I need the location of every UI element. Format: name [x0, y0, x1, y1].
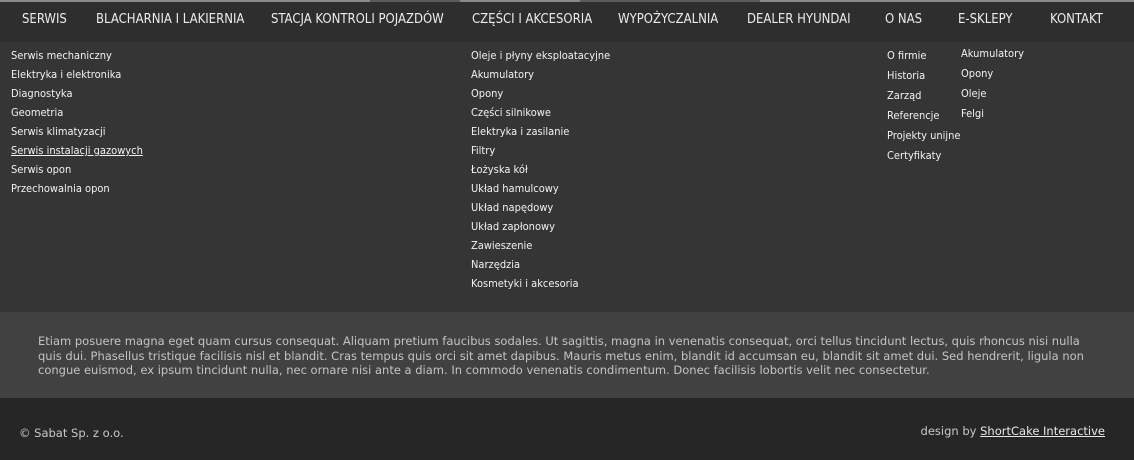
submenu-link[interactable]: Akumulatory: [471, 65, 610, 84]
submenu-link[interactable]: Projekty unijne: [887, 126, 961, 146]
submenu-link[interactable]: Diagnostyka: [11, 84, 143, 103]
submenu-e-sklepy: Akumulatory Opony Oleje Felgi: [961, 44, 1024, 124]
submenu-link[interactable]: O firmie: [887, 46, 961, 66]
submenu-link[interactable]: Historia: [887, 66, 961, 86]
submenu-link[interactable]: Części silnikowe: [471, 103, 610, 122]
nav-item-blacharnia[interactable]: BLACHARNIA I LAKIERNIA: [96, 2, 244, 38]
nav-item-czesci[interactable]: CZĘŚCI I AKCESORIA: [472, 2, 592, 38]
submenu-link[interactable]: Serwis klimatyzacji: [11, 122, 143, 141]
nav-item-o-nas[interactable]: O NAS: [885, 2, 922, 38]
submenu-link[interactable]: Opony: [961, 64, 1024, 84]
info-text: Etiam posuere magna eget quam cursus con…: [38, 334, 1084, 378]
nav-item-e-sklepy[interactable]: E-SKLEPY: [958, 2, 1013, 38]
submenu-link[interactable]: Elektryka i elektronika: [11, 65, 143, 84]
design-credit: design by ShortCake Interactive: [921, 424, 1105, 438]
submenu-link[interactable]: Łożyska kół: [471, 160, 610, 179]
submenu-link[interactable]: Serwis mechaniczny: [11, 46, 143, 65]
nav-item-dealer-hyundai[interactable]: DEALER HYUNDAI: [747, 2, 851, 38]
nav-item-stacja-kontroli[interactable]: STACJA KONTROLI POJAZDÓW: [271, 2, 444, 38]
submenu-link[interactable]: Filtry: [471, 141, 610, 160]
nav-item-wypozyczalnia[interactable]: WYPOŻYCZALNIA: [618, 2, 718, 38]
mega-menu: Serwis mechaniczny Elektryka i elektroni…: [0, 42, 1134, 312]
submenu-link-label: Serwis instalacji gazowych: [11, 144, 143, 157]
submenu-link[interactable]: Certyfikaty: [887, 146, 961, 166]
submenu-link[interactable]: Oleje: [961, 84, 1024, 104]
submenu-link[interactable]: Elektryka i zasilanie: [471, 122, 610, 141]
nav-item-serwis[interactable]: SERWIS: [22, 2, 67, 38]
submenu-link[interactable]: Zarząd: [887, 86, 961, 106]
submenu-link[interactable]: Układ napędowy: [471, 198, 610, 217]
submenu-link[interactable]: Narzędzia: [471, 255, 610, 274]
nav-item-kontakt[interactable]: KONTAKT: [1050, 2, 1103, 38]
submenu-serwis: Serwis mechaniczny Elektryka i elektroni…: [11, 46, 143, 198]
submenu-link[interactable]: Układ hamulcowy: [471, 179, 610, 198]
submenu-link[interactable]: Akumulatory: [961, 44, 1024, 64]
submenu-link[interactable]: Referencje: [887, 106, 961, 126]
copyright-text: © Sabat Sp. z o.o.: [19, 426, 124, 440]
submenu-link[interactable]: Przechowalnia opon: [11, 179, 143, 198]
submenu-link[interactable]: Geometria: [11, 103, 143, 122]
submenu-link[interactable]: Opony: [471, 84, 610, 103]
main-navigation: SERWIS BLACHARNIA I LAKIERNIA STACJA KON…: [0, 2, 1134, 42]
submenu-o-nas: O firmie Historia Zarząd Referencje Proj…: [887, 46, 961, 166]
submenu-link[interactable]: Układ zapłonowy: [471, 217, 610, 236]
submenu-link[interactable]: Zawieszenie: [471, 236, 610, 255]
design-credit-prefix: design by: [920, 424, 981, 438]
submenu-link-hovered[interactable]: Serwis instalacji gazowych: [11, 141, 143, 160]
submenu-link[interactable]: Felgi: [961, 104, 1024, 124]
submenu-link[interactable]: Kosmetyki i akcesoria: [471, 274, 610, 293]
submenu-link[interactable]: Serwis opon: [11, 160, 143, 179]
footer: © Sabat Sp. z o.o. design by ShortCake I…: [0, 398, 1134, 460]
submenu-link[interactable]: Oleje i płyny eksploatacyjne: [471, 46, 610, 65]
design-credit-link[interactable]: ShortCake Interactive: [980, 424, 1105, 438]
info-band: Etiam posuere magna eget quam cursus con…: [0, 312, 1134, 398]
submenu-czesci: Oleje i płyny eksploatacyjne Akumulatory…: [471, 46, 610, 293]
